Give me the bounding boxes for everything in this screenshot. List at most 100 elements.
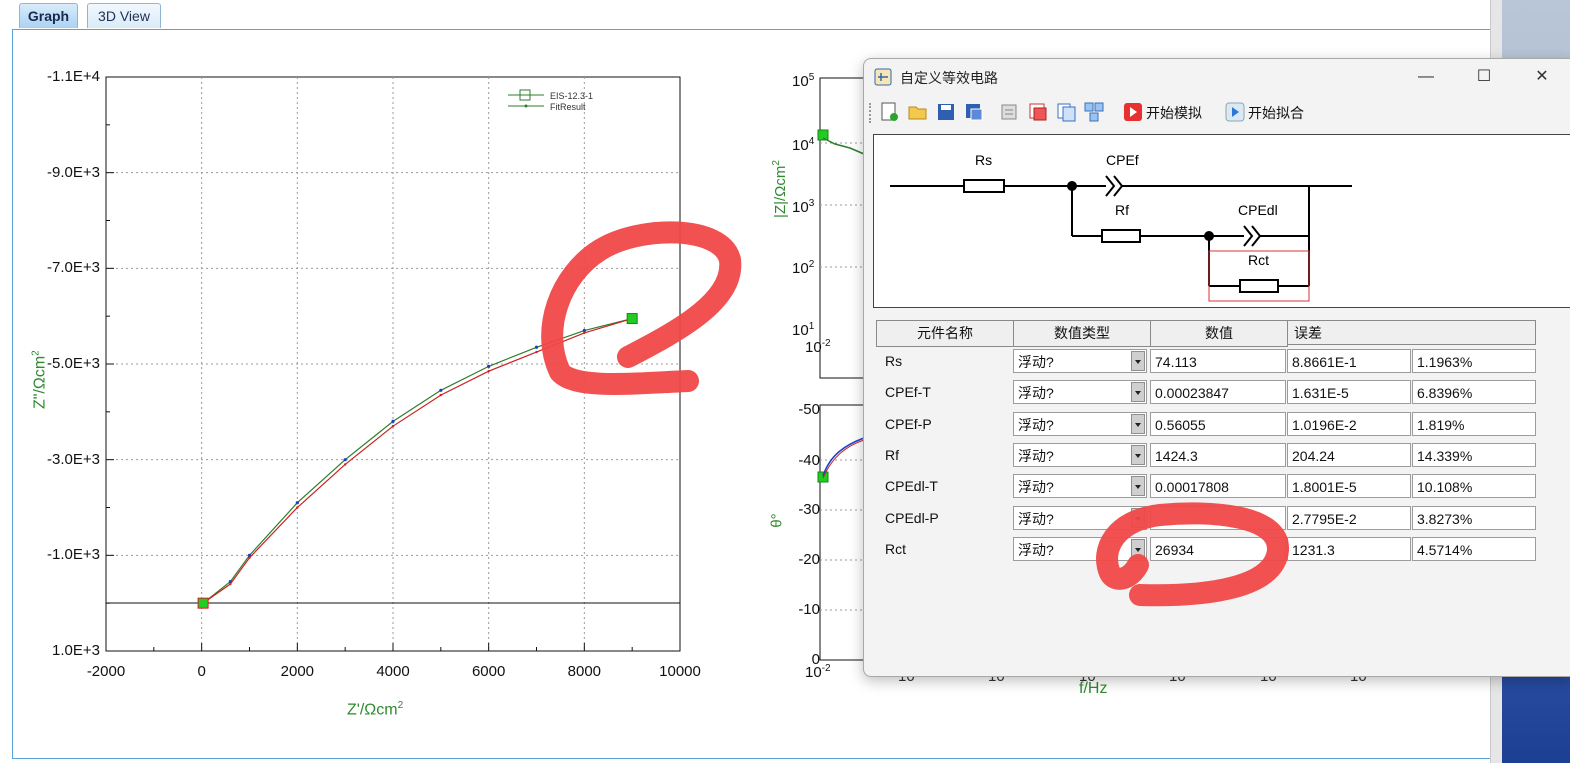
param-error-percent: 1.1963% [1412, 349, 1536, 373]
copy-icon[interactable] [1055, 101, 1077, 123]
data-point-fit [248, 556, 251, 559]
y-tick-label: -7.0E+3 [47, 259, 100, 277]
new-file-icon[interactable] [879, 101, 901, 123]
x-tick-label: 4000 [376, 663, 410, 680]
circuit-app-icon [874, 68, 892, 86]
data-point-eis [487, 364, 491, 368]
param-name: CPEf-T [885, 384, 931, 401]
data-point-fit [439, 393, 443, 397]
bode-phase-x-axis-label: f/Hz [1079, 680, 1108, 697]
legend-label-eis: EIS-12.3-1 [550, 91, 593, 101]
param-value-input[interactable]: 0.00023847 [1150, 380, 1286, 405]
bode-phase-y-tick-label: -30 [798, 501, 820, 518]
nyquist-y-axis-label: Z"/Ωcm2 [30, 350, 49, 410]
rs-resistor [963, 179, 1005, 193]
data-point-fit [391, 424, 395, 428]
column-header-error[interactable]: 误差 [1287, 320, 1536, 345]
column-header-name[interactable]: 元件名称 [876, 320, 1014, 347]
dialog-title: 自定义等效电路 [900, 70, 998, 86]
param-error: 1.0196E-2 [1287, 411, 1411, 436]
start-simulation-icon[interactable] [1122, 101, 1144, 123]
bode-phase-y-tick-label: -40 [798, 452, 820, 469]
column-header-value[interactable]: 数值 [1150, 320, 1288, 347]
start-fit-button[interactable]: 开始拟合 [1248, 103, 1304, 123]
param-error-percent: 1.819% [1412, 411, 1536, 436]
value-type-select[interactable]: 浮动? [1013, 411, 1147, 436]
dropdown-arrow-icon[interactable] [1131, 351, 1145, 371]
data-point-eis [582, 328, 586, 333]
column-header-type[interactable]: 数值类型 [1013, 320, 1151, 347]
bode-phase-y-tick-label: -20 [798, 551, 820, 568]
circuit-diagram[interactable]: Rs CPEf Rf CPEdl Rct [873, 134, 1570, 308]
toolbar-grip [869, 103, 873, 123]
param-value-input[interactable]: 0.56055 [1150, 411, 1286, 436]
maximize-button[interactable]: ☐ [1464, 65, 1504, 89]
x-tick-label: 6000 [471, 663, 506, 680]
open-folder-icon[interactable] [907, 101, 929, 123]
cpedl-element [1243, 225, 1262, 247]
param-name: CPEdl-T [885, 478, 938, 495]
param-error-percent: 14.339% [1412, 442, 1536, 467]
annotation-circle-rct [1096, 502, 1289, 607]
param-value-input[interactable]: 74.113 [1150, 349, 1286, 373]
bode-mag-y-tick-label: 104 [792, 136, 815, 154]
circuit-label-cpef: CPEf [1106, 152, 1139, 168]
delete-element-icon[interactable] [1027, 101, 1049, 123]
end-marker [626, 313, 638, 325]
cpef-element [1105, 175, 1124, 197]
bode-mag-y-axis-label: |Z|/Ωcm2 [771, 160, 789, 218]
close-button[interactable]: ✕ [1522, 65, 1562, 89]
value-type-select[interactable]: 浮动? [1013, 442, 1147, 467]
y-tick-label: -3.0E+3 [47, 450, 100, 468]
value-type-select[interactable]: 浮动? [1013, 380, 1147, 405]
nyquist-x-axis-label: Z'/Ωcm2 [347, 700, 404, 719]
cut-element-icon[interactable] [999, 101, 1021, 123]
x-tick-label: 10000 [659, 663, 701, 680]
param-error-percent: 4.5714% [1412, 536, 1536, 561]
param-error: 1.8001E-5 [1287, 474, 1411, 499]
y-tick-label: 1.0E+3 [52, 642, 100, 659]
data-point-fit [583, 331, 586, 335]
param-name: Rs [885, 353, 903, 369]
data-point-eis [534, 345, 539, 349]
save-icon[interactable] [935, 101, 957, 123]
circuit-layout-icon[interactable] [1083, 101, 1105, 123]
circuit-label-rct: Rct [1248, 252, 1269, 268]
value-type-select[interactable]: 浮动? [1013, 349, 1147, 373]
dropdown-arrow-icon[interactable] [1131, 476, 1145, 497]
dropdown-arrow-icon[interactable] [1131, 413, 1145, 434]
bode-mag-y-tick-label: 101 [792, 321, 815, 339]
data-point-fit [343, 463, 347, 466]
start-simulation-button[interactable]: 开始模拟 [1146, 103, 1202, 123]
minimize-button[interactable]: — [1406, 65, 1446, 89]
param-error: 8.8661E-1 [1287, 349, 1411, 373]
param-value-input[interactable]: 1424.3 [1150, 442, 1286, 467]
dropdown-arrow-icon[interactable] [1131, 444, 1145, 465]
param-name: Rct [885, 540, 906, 557]
param-error: 1231.3 [1287, 536, 1411, 561]
start-fit-icon[interactable] [1224, 101, 1246, 123]
dropdown-arrow-icon[interactable] [1131, 382, 1145, 403]
param-error-percent: 6.8396% [1412, 380, 1536, 405]
data-point-eis [439, 388, 443, 392]
save-as-icon[interactable] [963, 101, 985, 123]
start-marker [197, 597, 209, 609]
data-point-fit [535, 350, 538, 354]
x-tick-label: 0 [197, 663, 206, 680]
bode-mag-y-tick-label: 102 [792, 259, 815, 277]
circuit-label-rf: Rf [1115, 202, 1129, 218]
circuit-label-cpedl: CPEdl [1238, 202, 1278, 218]
bode-phase-y-tick-label: -10 [798, 601, 820, 618]
param-error: 1.631E-5 [1287, 380, 1411, 405]
rf-resistor [1101, 229, 1141, 243]
param-error: 204.24 [1287, 442, 1411, 467]
data-point-fit [296, 506, 299, 509]
param-error: 2.7795E-2 [1287, 505, 1411, 530]
param-name: Rf [885, 446, 899, 463]
y-tick-label: -1.1E+4 [47, 68, 100, 85]
x-tick-label: 8000 [567, 663, 602, 680]
data-point-eis [343, 458, 347, 462]
data-point-fit [487, 369, 490, 373]
bode-mag-y-tick-label: 103 [792, 198, 815, 216]
bode-phase-x-tick-first: 10-2 [805, 663, 831, 681]
